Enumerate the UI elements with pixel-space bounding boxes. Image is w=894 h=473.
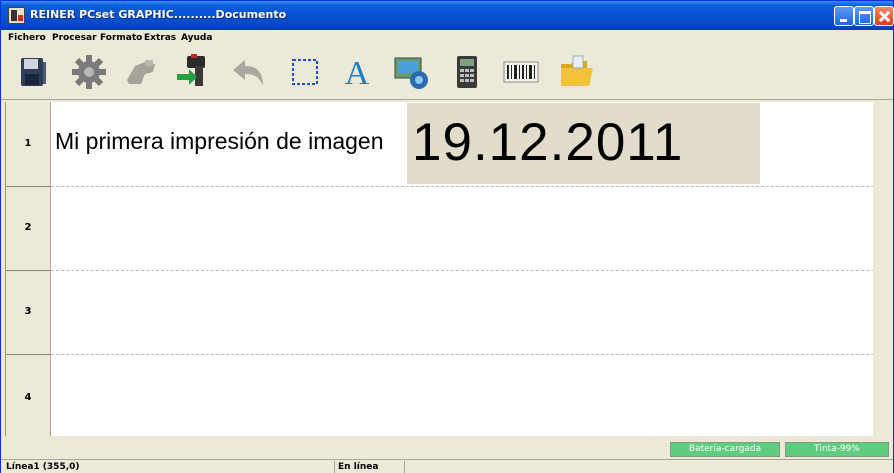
undo-arrow-icon[interactable]	[229, 52, 269, 92]
row-divider	[6, 354, 51, 355]
menu-bar: Fichero Procesar Formato Extras Ayuda	[1, 30, 893, 46]
toolbar: A	[1, 47, 893, 100]
selection-rectangle-icon[interactable]	[285, 52, 325, 92]
app-logo-icon[interactable]	[8, 7, 25, 24]
calculator-icon[interactable]	[447, 52, 487, 92]
menu-extras[interactable]: Extras	[144, 33, 176, 43]
row-separator	[51, 270, 874, 271]
menu-fichero[interactable]: Fichero	[8, 33, 46, 43]
svg-text:A: A	[345, 55, 370, 92]
row-number[interactable]: 4	[6, 354, 51, 436]
save-icon[interactable]	[13, 52, 53, 92]
hand-icon[interactable]	[121, 52, 161, 92]
cursor-position: Línea1 (355,0)	[3, 461, 335, 473]
row-separator	[51, 186, 874, 187]
window-title: REINER PCset GRAPHIC..........Documento	[30, 8, 287, 21]
menu-formato[interactable]: Formato	[100, 33, 142, 43]
image-insert-icon[interactable]	[391, 52, 431, 92]
ink-status: Tinta-99%	[785, 442, 889, 457]
document-area[interactable]: 1 2 3 4 Mi primera impresión de imagen 1…	[5, 102, 874, 436]
row-number[interactable]: 1	[6, 102, 51, 186]
row-divider	[6, 270, 51, 271]
connection-status: En línea	[335, 461, 405, 473]
maximize-button[interactable]	[854, 6, 874, 26]
app-window: REINER PCset GRAPHIC..........Documento …	[0, 0, 894, 473]
menu-procesar[interactable]: Procesar	[52, 33, 97, 43]
printer-transfer-icon[interactable]	[173, 52, 213, 92]
settings-gear-icon[interactable]	[69, 52, 109, 92]
barcode-icon[interactable]	[501, 52, 541, 92]
text-icon[interactable]: A	[337, 52, 377, 92]
row-separator	[51, 354, 874, 355]
row-number[interactable]: 2	[6, 186, 51, 270]
folder-open-icon[interactable]	[557, 52, 597, 92]
menu-ayuda[interactable]: Ayuda	[181, 33, 212, 43]
minimize-button[interactable]	[834, 6, 854, 26]
row-number[interactable]: 3	[6, 270, 51, 354]
row-divider	[6, 186, 51, 187]
status-bar: Línea1 (355,0) En línea	[1, 459, 893, 473]
close-button[interactable]	[874, 6, 894, 26]
title-bar[interactable]: REINER PCset GRAPHIC..........Documento	[1, 1, 894, 30]
scroll-area	[873, 102, 893, 436]
date-field[interactable]: 19.12.2011	[412, 104, 683, 182]
text-field[interactable]: Mi primera impresión de imagen	[55, 128, 384, 155]
battery-status: Batería-cargada	[670, 442, 780, 457]
